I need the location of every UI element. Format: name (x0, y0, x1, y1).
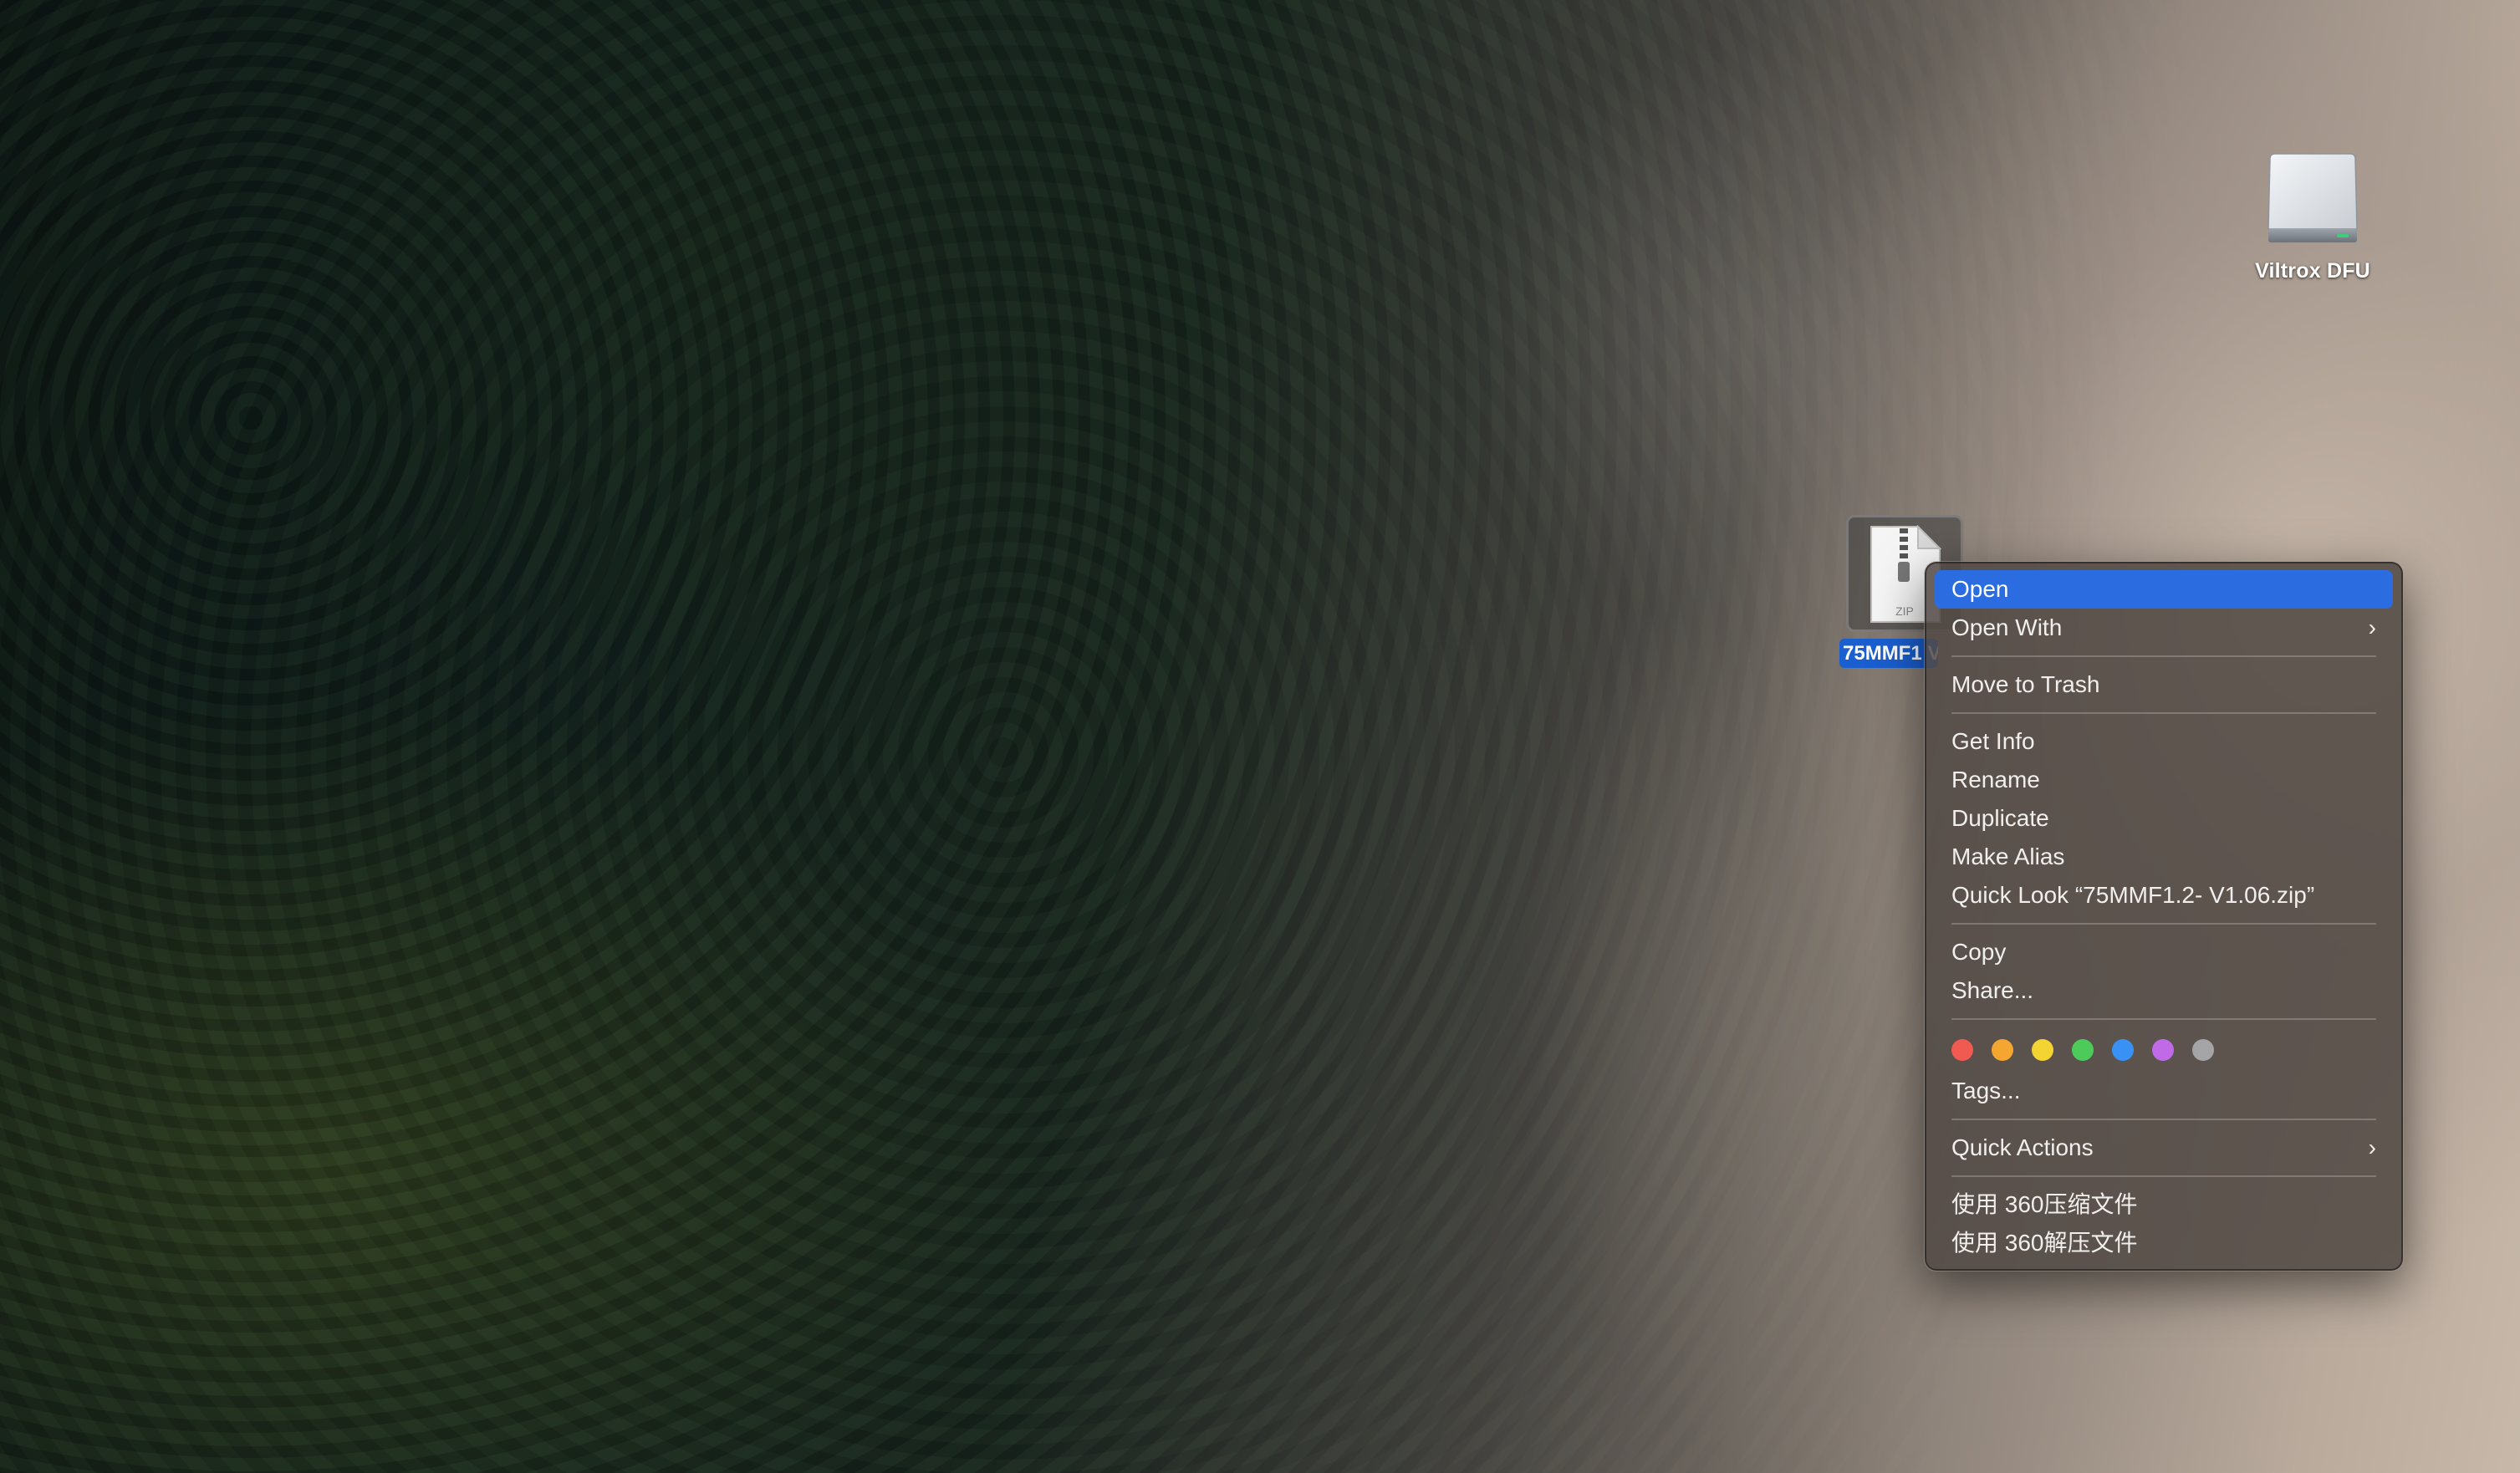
menu-item-open-with[interactable]: Open With › (1935, 609, 2393, 647)
menu-item-label: Open With (1951, 614, 2063, 640)
menu-item-label: Tags... (1951, 1078, 2021, 1103)
menu-item-copy[interactable]: Copy (1935, 933, 2393, 971)
menu-item-quick-actions[interactable]: Quick Actions › (1935, 1129, 2393, 1167)
tag-orange[interactable] (1992, 1039, 2013, 1061)
tag-gray[interactable] (2192, 1039, 2214, 1061)
tag-yellow[interactable] (2032, 1039, 2053, 1061)
menu-separator (1951, 655, 2376, 657)
menu-separator (1951, 1018, 2376, 1020)
desktop-item-drive[interactable]: Viltrox DFU (2231, 149, 2395, 283)
menu-item-label: Open (1951, 576, 2009, 602)
menu-item-tags[interactable]: Tags... (1935, 1072, 2393, 1110)
menu-item-duplicate[interactable]: Duplicate (1935, 799, 2393, 838)
menu-item-rename[interactable]: Rename (1935, 761, 2393, 799)
tag-blue[interactable] (2112, 1039, 2134, 1061)
tag-red[interactable] (1951, 1039, 1973, 1061)
menu-item-label: Quick Actions (1951, 1134, 2094, 1160)
context-menu: Open Open With › Move to Trash Get Info … (1924, 561, 2404, 1272)
menu-separator (1951, 712, 2376, 714)
menu-item-label: Share... (1951, 977, 2034, 1003)
chevron-right-icon: › (2368, 614, 2376, 640)
menu-item-label: 使用 360解压文件 (1951, 1230, 2138, 1256)
menu-item-label: Copy (1951, 939, 2007, 965)
menu-item-get-info[interactable]: Get Info (1935, 722, 2393, 761)
tag-purple[interactable] (2152, 1039, 2174, 1061)
desktop: Viltrox DFU ZIP 75MMF1 V1.06.z Open Open… (0, 0, 2520, 1473)
menu-item-open[interactable]: Open (1935, 570, 2393, 609)
menu-item-label: Make Alias (1951, 844, 2065, 869)
chevron-right-icon: › (2368, 1134, 2376, 1160)
menu-item-360-compress[interactable]: 使用 360压缩文件 (1935, 1185, 2393, 1224)
menu-item-make-alias[interactable]: Make Alias (1935, 838, 2393, 876)
zip-badge: ZIP (1895, 604, 1914, 618)
external-drive-icon (2267, 153, 2358, 242)
menu-item-quick-look[interactable]: Quick Look “75MMF1.2- V1.06.zip” (1935, 876, 2393, 915)
menu-item-label: Quick Look “75MMF1.2- V1.06.zip” (1951, 882, 2315, 908)
menu-item-share[interactable]: Share... (1935, 971, 2393, 1010)
menu-separator (1951, 1175, 2376, 1177)
menu-item-label: 使用 360压缩文件 (1951, 1191, 2138, 1217)
tag-color-row (1935, 1028, 2393, 1072)
menu-item-label: Duplicate (1951, 805, 2049, 831)
menu-separator (1951, 1119, 2376, 1120)
menu-item-360-extract[interactable]: 使用 360解压文件 (1935, 1224, 2393, 1262)
menu-item-label: Move to Trash (1951, 671, 2100, 697)
zip-file-label: 75MMF1 V1.06.z (1839, 639, 1938, 668)
menu-separator (1951, 923, 2376, 925)
menu-item-label: Rename (1951, 767, 2040, 793)
drive-label: Viltrox DFU (2255, 259, 2370, 283)
menu-item-label: Get Info (1951, 728, 2035, 754)
menu-item-move-to-trash[interactable]: Move to Trash (1935, 665, 2393, 704)
tag-green[interactable] (2072, 1039, 2094, 1061)
